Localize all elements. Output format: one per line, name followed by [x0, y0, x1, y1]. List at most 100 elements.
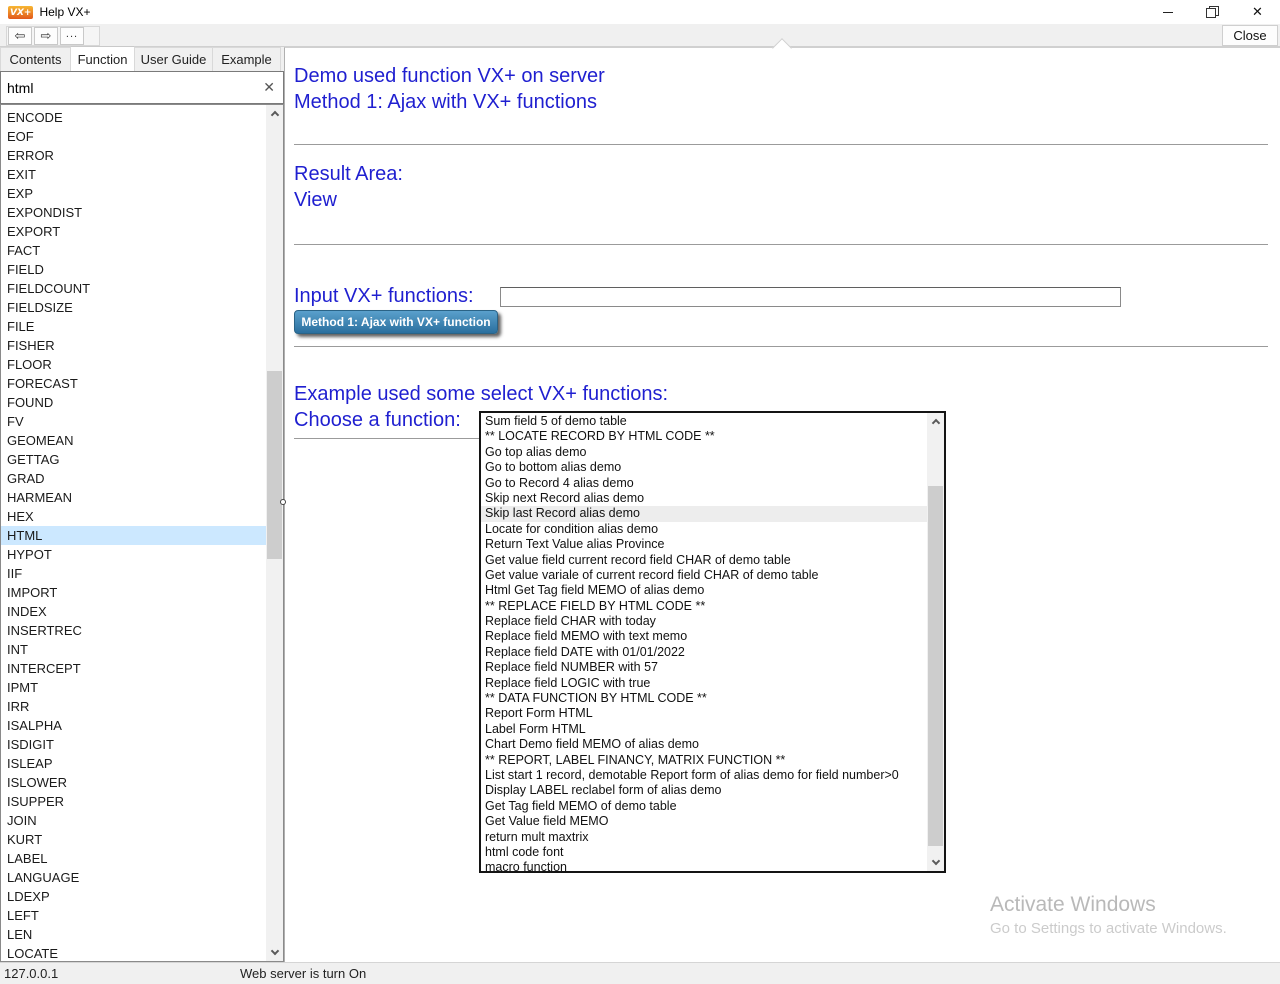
function-list-item[interactable]: FIELDSIZE	[1, 298, 267, 317]
more-button[interactable]: ...	[60, 27, 84, 45]
forward-button[interactable]: ⇨	[34, 27, 58, 45]
function-list-item[interactable]: HEX	[1, 507, 267, 526]
function-list-item[interactable]: ISUPPER	[1, 792, 267, 811]
function-list-item[interactable]: EXPONDIST	[1, 203, 267, 222]
minimize-button[interactable]	[1145, 0, 1190, 24]
function-option[interactable]: Replace field NUMBER with 57	[481, 660, 927, 675]
search-clear-icon[interactable]: ✕	[263, 79, 275, 96]
function-option[interactable]: Replace field CHAR with today	[481, 614, 927, 629]
scrollbar-thumb[interactable]	[928, 486, 943, 846]
function-list-item[interactable]: GETTAG	[1, 450, 267, 469]
scroll-up-icon[interactable]	[266, 105, 283, 122]
function-list-item[interactable]: LDEXP	[1, 887, 267, 906]
function-list-item[interactable]: LEFT	[1, 906, 267, 925]
tab[interactable]: Contents	[0, 47, 71, 71]
tab[interactable]: User Guide	[135, 47, 213, 71]
function-list-item[interactable]: FORECAST	[1, 374, 267, 393]
scrollbar-thumb[interactable]	[267, 371, 282, 559]
function-option[interactable]: Label Form HTML	[481, 722, 927, 737]
function-list-item[interactable]: HYPOT	[1, 545, 267, 564]
function-option[interactable]: Skip next Record alias demo	[481, 491, 927, 506]
vx-functions-input[interactable]	[500, 287, 1121, 307]
function-list-item[interactable]: LOCATE	[1, 944, 267, 962]
function-option[interactable]: macro function	[481, 860, 927, 873]
function-option[interactable]: Skip last Record alias demo	[481, 506, 927, 521]
function-list-item[interactable]: FIELDCOUNT	[1, 279, 267, 298]
function-option[interactable]: Locate for condition alias demo	[481, 522, 927, 537]
function-list-item[interactable]: INT	[1, 640, 267, 659]
function-option[interactable]: Display LABEL reclabel form of alias dem…	[481, 783, 927, 798]
function-option[interactable]: List start 1 record, demotable Report fo…	[481, 768, 927, 783]
function-option[interactable]: Return Text Value alias Province	[481, 537, 927, 552]
function-list-item[interactable]: FILE	[1, 317, 267, 336]
scroll-down-icon[interactable]	[266, 944, 283, 961]
function-option[interactable]: return mult maxtrix	[481, 830, 927, 845]
function-list-item[interactable]: ISDIGIT	[1, 735, 267, 754]
function-list-item[interactable]: ISLEAP	[1, 754, 267, 773]
function-option[interactable]: Get Value field MEMO	[481, 814, 927, 829]
tab[interactable]: Example	[213, 47, 281, 71]
function-list-item[interactable]: FISHER	[1, 336, 267, 355]
back-button[interactable]: ⇦	[8, 27, 32, 45]
function-option[interactable]: ** LOCATE RECORD BY HTML CODE **	[481, 429, 927, 444]
function-option[interactable]: Go top alias demo	[481, 445, 927, 460]
function-option[interactable]: ** DATA FUNCTION BY HTML CODE **	[481, 691, 927, 706]
function-list-item[interactable]: GEOMEAN	[1, 431, 267, 450]
search-input[interactable]	[7, 78, 247, 98]
function-list-item[interactable]: ISLOWER	[1, 773, 267, 792]
function-list-item[interactable]: INTERCEPT	[1, 659, 267, 678]
function-list-item[interactable]: ISALPHA	[1, 716, 267, 735]
function-list-item[interactable]: INDEX	[1, 602, 267, 621]
function-list-item[interactable]: FOUND	[1, 393, 267, 412]
function-list-item[interactable]: LEN	[1, 925, 267, 944]
function-option[interactable]: Go to bottom alias demo	[481, 460, 927, 475]
restore-button[interactable]	[1190, 0, 1235, 24]
function-list-item[interactable]: IRR	[1, 697, 267, 716]
function-list-item[interactable]: IMPORT	[1, 583, 267, 602]
scroll-up-icon[interactable]	[927, 413, 944, 430]
function-list-item[interactable]: EXPORT	[1, 222, 267, 241]
function-list-item[interactable]: EXP	[1, 184, 267, 203]
function-option[interactable]: Report Form HTML	[481, 706, 927, 721]
function-list-item[interactable]: KURT	[1, 830, 267, 849]
function-list-item[interactable]: INSERTREC	[1, 621, 267, 640]
function-option[interactable]: Get value variale of current record fiel…	[481, 568, 927, 583]
function-list-item[interactable]: EOF	[1, 127, 267, 146]
function-option[interactable]: Sum field 5 of demo table	[481, 414, 927, 429]
method1-ajax-button[interactable]: Method 1: Ajax with VX+ function	[294, 310, 498, 334]
function-option[interactable]: ** REPORT, LABEL FINANCY, MATRIX FUNCTIO…	[481, 753, 927, 768]
function-option[interactable]: Chart Demo field MEMO of alias demo	[481, 737, 927, 752]
function-list-item[interactable]: IPMT	[1, 678, 267, 697]
function-list-item[interactable]: FACT	[1, 241, 267, 260]
function-list-item[interactable]: HTML	[1, 526, 267, 545]
function-option[interactable]: Get Tag field MEMO of demo table	[481, 799, 927, 814]
function-list-item[interactable]: EXIT	[1, 165, 267, 184]
listbox-scrollbar[interactable]	[927, 413, 944, 871]
function-option[interactable]: Html Get Tag field MEMO of alias demo	[481, 583, 927, 598]
function-list-item[interactable]: FLOOR	[1, 355, 267, 374]
close-help-button[interactable]: Close	[1222, 25, 1278, 46]
function-list-item[interactable]: LANGUAGE	[1, 868, 267, 887]
function-list-item[interactable]: JOIN	[1, 811, 267, 830]
function-list-scrollbar[interactable]	[266, 105, 283, 961]
function-list-item[interactable]: IIF	[1, 564, 267, 583]
function-option[interactable]: Replace field LOGIC with true	[481, 676, 927, 691]
function-list-item[interactable]: ERROR	[1, 146, 267, 165]
splitter-handle[interactable]	[280, 499, 286, 505]
function-option[interactable]: Replace field MEMO with text memo	[481, 629, 927, 644]
view-link[interactable]: View	[294, 187, 403, 213]
function-list-item[interactable]: HARMEAN	[1, 488, 267, 507]
scroll-down-icon[interactable]	[927, 854, 944, 871]
tab[interactable]: Function	[71, 46, 135, 71]
function-option[interactable]: Replace field DATE with 01/01/2022	[481, 645, 927, 660]
function-list-item[interactable]: GRAD	[1, 469, 267, 488]
function-option[interactable]: Get value field current record field CHA…	[481, 553, 927, 568]
function-list-item[interactable]: LABEL	[1, 849, 267, 868]
function-option[interactable]: ** REPLACE FIELD BY HTML CODE **	[481, 599, 927, 614]
function-list-item[interactable]: FV	[1, 412, 267, 431]
function-list-item[interactable]: FIELD	[1, 260, 267, 279]
function-option[interactable]: html code font	[481, 845, 927, 860]
close-window-button[interactable]: ✕	[1235, 0, 1280, 24]
function-option[interactable]: Go to Record 4 alias demo	[481, 476, 927, 491]
function-list-item[interactable]: ENCODE	[1, 108, 267, 127]
